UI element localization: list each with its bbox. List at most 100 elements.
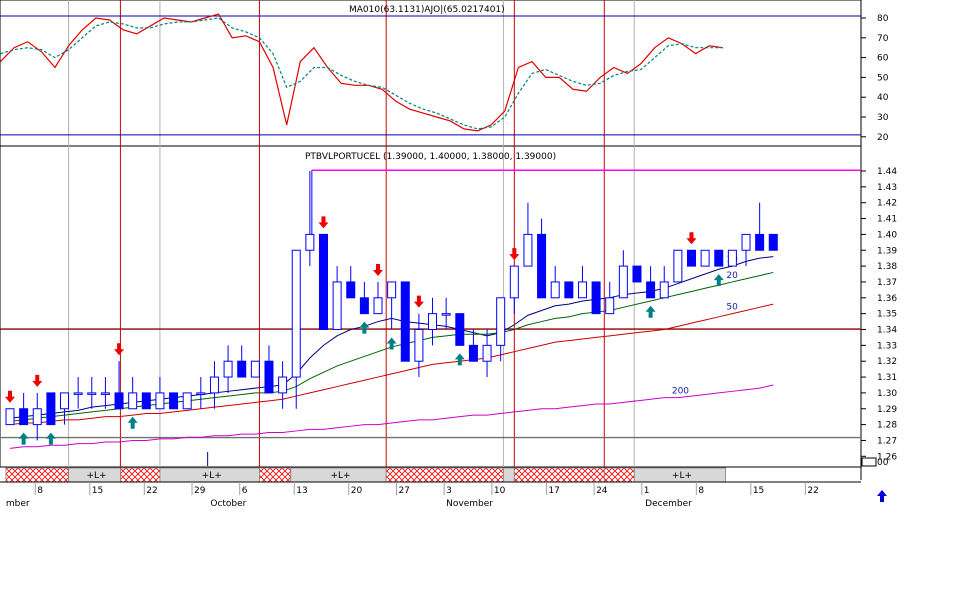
segment-label: +L+ [87,471,107,481]
candle-body-up [155,392,165,410]
candle-body-up [428,313,438,330]
candle-body-down [646,281,656,299]
price-tick-label: 1.34 [877,326,897,336]
candle-body-up [496,297,506,346]
up-arrow-icon[interactable] [877,490,887,502]
candle-body-up [550,281,560,299]
hatched-segment [385,467,504,483]
candle-body-down [714,249,724,267]
candle-body-up [509,265,519,299]
candle-body-up [700,249,710,267]
date-tick-label: 10 [494,486,506,496]
stock-chart: 10 20 50 200 80 70 60 50 40 30 20 1.44 1.43 1.42 1.41… [0,0,897,509]
candle-body-up [100,392,110,395]
candle-body-down [141,392,151,410]
price-tick-label: 1.27 [877,436,897,446]
y-axes: 80 70 60 50 40 30 20 1.44 1.43 1.42 1.41 1.40 1.39 1.… [861,14,897,468]
date-tick-label: 3 [446,486,452,496]
hatched-segment [513,467,605,483]
oscillator-tick-label: 30 [877,113,889,123]
candle-body-down [46,392,56,426]
price-tick-label: 1.40 [877,230,897,240]
candle-body-down [591,281,601,315]
oscillator-tick-label: 80 [877,14,889,24]
moving-average-label-50: 50 [726,303,738,313]
oscillator-tick-label: 60 [877,54,889,64]
candle-body-down [318,233,328,330]
date-tick-label: 29 [194,486,206,496]
price-tick-label: 1.31 [877,373,897,383]
candle-body-up [182,392,192,410]
date-tick-label: 15 [92,486,103,496]
month-label: October [210,499,246,509]
segment-label: +L+ [672,471,692,481]
candle-body-up [305,233,315,251]
oscillator-tick-label: 50 [877,73,889,83]
moving-average-label-20: 20 [726,271,738,281]
candle-body-down [564,281,574,299]
candle-body-down [19,408,29,426]
candle-body-up [482,344,492,362]
candle-body-up [387,281,397,299]
candle-body-down [237,360,247,378]
candle-body-up [73,392,83,395]
candle-body-down [537,233,547,299]
candle-body-up [196,392,206,395]
candle-body-down [359,297,369,315]
date-tick-label: 27 [398,486,409,496]
date-tick-label: 17 [548,486,559,496]
hatched-segment [259,467,292,483]
candle-body-down [687,249,696,267]
candle-body-down [755,233,765,251]
price-tick-label: 1.35 [877,310,897,320]
date-tick-label: 1 [644,486,650,496]
candle-body-down [169,392,179,410]
segment-label: +L+ [202,471,222,481]
candle-body-up [659,281,669,299]
candle-body-up [278,376,288,394]
price-tick-label: 1.42 [877,199,897,209]
candle-body-up [673,249,683,283]
oscillator-panel [0,0,862,147]
price-tick-label: 1.43 [877,183,897,193]
date-tick-label: 8 [698,486,704,496]
date-tick-label: 22 [146,486,157,496]
candle-body-up [32,408,42,426]
price-tick-label: 1.30 [877,389,897,399]
price-tick-label: 1.37 [877,278,897,288]
candle-body-down [632,265,642,283]
candle-body-down [114,392,124,410]
candle-body-up [414,329,424,362]
price-tick-label: 1.36 [877,294,897,304]
oscillator-tick-label: 40 [877,93,889,103]
hatched-segment [603,467,635,483]
candle-body-up [5,408,15,426]
volume-scale-box [861,457,877,467]
candle-body-up [87,392,97,395]
date-tick-label: 24 [596,486,608,496]
date-tick-label: 22 [807,486,818,496]
candle-body-up [209,376,219,394]
date-tick-label: 15 [753,486,764,496]
candle-body-down [400,281,410,362]
candle-body-down [468,344,478,362]
moving-average-label-200: 200 [672,387,689,397]
date-tick-label: 8 [37,486,43,496]
candle-body-down [455,313,465,346]
oscillator-tick-label: 20 [877,133,889,143]
date-tick-label: 20 [351,486,363,496]
price-title: PTBVLPORTUCEL (1.39000, 1.40000, 1.38000… [305,152,556,162]
month-label: November [446,499,493,509]
price-tick-label: 1.33 [877,341,897,351]
candle-body-down [264,360,274,394]
candle-body-up [523,233,533,267]
candle-body-up [291,249,301,378]
hatched-segment [5,467,70,483]
price-tick-label: 1.29 [877,405,897,415]
candle-body-up [605,297,615,315]
candle-body-up [727,249,737,267]
plain-segment [503,467,515,483]
candle-body-up [577,281,587,299]
price-tick-label: 1.32 [877,357,897,367]
timeline: +L+ +L+ +L+ +L+ 8 15 22 29 6 13 20 27 3 10 17 24 1 8 15 22 m… [0,467,861,509]
